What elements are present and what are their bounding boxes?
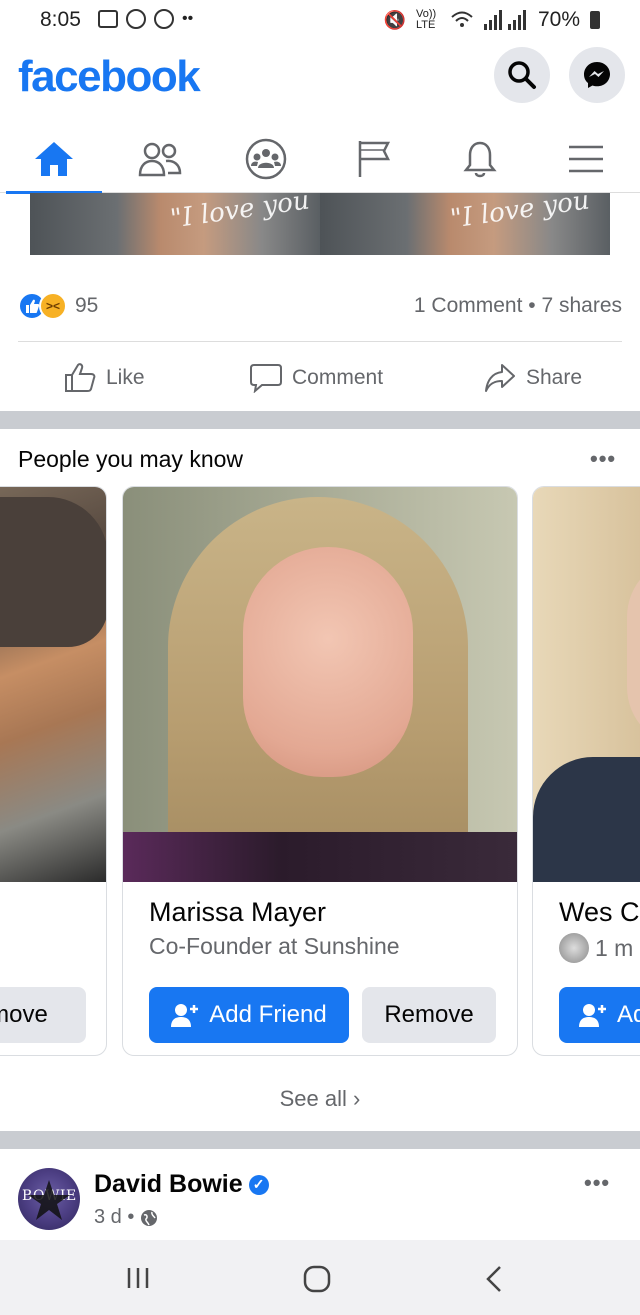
mutual-friend-avatar: [559, 933, 589, 963]
feed-separator: [0, 1131, 640, 1149]
messenger-icon: [584, 62, 610, 88]
search-button[interactable]: [494, 47, 550, 103]
haha-reaction-icon: ><: [39, 292, 67, 320]
reactions-divider: [18, 341, 622, 342]
network-label: Vo)) LTE: [415, 8, 437, 31]
comment-icon: [250, 364, 282, 393]
post-meta: 3 d •: [94, 1206, 158, 1229]
see-all-button[interactable]: See all ›: [0, 1086, 640, 1112]
like-button[interactable]: Like: [64, 358, 145, 398]
tab-pages[interactable]: [326, 125, 422, 193]
tab-groups[interactable]: [218, 125, 314, 193]
mutual-friends-label: 1 m: [595, 934, 634, 961]
feed-separator: [0, 411, 640, 429]
globe-icon: [141, 1209, 158, 1226]
recent-apps-icon[interactable]: [126, 1266, 150, 1290]
share-label: Share: [526, 366, 583, 389]
image-caption-left: "I love you: [168, 193, 312, 235]
more-notifications-icon: ••: [182, 10, 194, 27]
verified-badge-icon: ✓: [248, 1174, 269, 1195]
tab-friends[interactable]: [112, 125, 208, 193]
author-avatar[interactable]: BOWIE: [18, 1168, 80, 1230]
reactions-summary[interactable]: >< 95: [18, 292, 98, 320]
chevron-right-icon: ›: [353, 1086, 361, 1111]
system-nav-bar: [0, 1240, 640, 1315]
share-icon: [485, 364, 515, 392]
author-name[interactable]: David Bowie ✓: [94, 1170, 269, 1199]
pymk-title: People you may know: [18, 446, 244, 472]
tab-menu[interactable]: [538, 125, 634, 193]
post-image-right[interactable]: "I love you: [320, 193, 610, 255]
post-time[interactable]: 3 d •: [94, 1206, 134, 1229]
comment-button[interactable]: Comment: [250, 358, 383, 398]
search-icon: [508, 61, 536, 89]
star-icon: [28, 1180, 70, 1220]
facebook-logo[interactable]: facebook: [18, 52, 201, 102]
comment-label: Comment: [292, 366, 384, 389]
account-icon-2: [154, 9, 174, 29]
add-friend-icon: [171, 1004, 199, 1027]
remove-label: Remove: [384, 1001, 474, 1028]
person-subtitle: 1 m: [559, 933, 633, 963]
person-name[interactable]: Wes C: [559, 897, 640, 928]
post-image-left[interactable]: "I love you: [30, 193, 320, 255]
post-image-strip[interactable]: "I love you "I love you: [30, 193, 610, 255]
share-button[interactable]: Share: [484, 358, 582, 398]
person-name[interactable]: Marissa Mayer: [149, 897, 326, 928]
status-right: 🔇 Vo)) LTE 70%: [384, 8, 600, 32]
comments-shares-count[interactable]: 1 Comment • 7 shares: [414, 294, 622, 318]
home-nav-icon[interactable]: [303, 1265, 331, 1293]
author-name-text: David Bowie: [94, 1170, 243, 1198]
add-friend-label: Add Friend: [209, 1001, 327, 1028]
battery-percent: 70%: [537, 8, 580, 31]
remove-button[interactable]: move: [0, 987, 86, 1043]
pymk-more-button[interactable]: •••: [590, 446, 616, 472]
bell-icon: [463, 141, 497, 178]
pymk-card[interactable]: Wes C 1 m Ad: [532, 486, 640, 1056]
account-icon: [126, 9, 146, 29]
notification-icons: ••: [98, 9, 193, 29]
remove-button[interactable]: Remove: [362, 987, 496, 1043]
status-time: 8:05: [40, 8, 81, 31]
profile-photo[interactable]: [123, 487, 517, 882]
add-friend-label: Ad: [617, 1001, 640, 1028]
tab-notifications[interactable]: [432, 125, 528, 193]
flag-icon: [358, 141, 391, 177]
add-friend-icon: [579, 1004, 606, 1027]
image-caption-right: "I love you: [448, 193, 592, 235]
groups-icon: [245, 138, 287, 180]
add-friend-button[interactable]: Ad: [559, 987, 640, 1043]
tab-bar: [0, 125, 640, 194]
profile-photo[interactable]: [0, 487, 106, 882]
remove-label: move: [0, 1001, 48, 1028]
like-icon: [65, 363, 96, 392]
pymk-card[interactable]: Marissa Mayer Co-Founder at Sunshine Add…: [122, 486, 518, 1056]
add-friend-button[interactable]: Add Friend: [149, 987, 349, 1043]
gallery-icon: [98, 10, 118, 28]
battery-icon: [590, 11, 600, 29]
profile-photo[interactable]: [533, 487, 640, 882]
messenger-button[interactable]: [569, 47, 625, 103]
signal-icon: [483, 10, 526, 30]
reaction-count: 95: [75, 294, 99, 317]
pymk-card[interactable]: move: [0, 486, 107, 1056]
back-icon[interactable]: [484, 1265, 504, 1293]
like-label: Like: [106, 366, 145, 389]
wifi-icon: [451, 11, 473, 27]
post-more-button[interactable]: •••: [584, 1170, 610, 1196]
hamburger-menu-icon: [569, 145, 603, 173]
person-subtitle: Co-Founder at Sunshine: [149, 933, 400, 959]
mute-icon: 🔇: [383, 9, 406, 30]
tab-home[interactable]: [6, 125, 102, 194]
home-icon: [35, 142, 73, 176]
status-bar: 8:05 •• 🔇 Vo)) LTE 70%: [0, 0, 640, 40]
friends-icon: [138, 142, 182, 177]
reactions-row: >< 95 1 Comment • 7 shares: [18, 290, 622, 326]
see-all-label: See all: [279, 1086, 347, 1111]
